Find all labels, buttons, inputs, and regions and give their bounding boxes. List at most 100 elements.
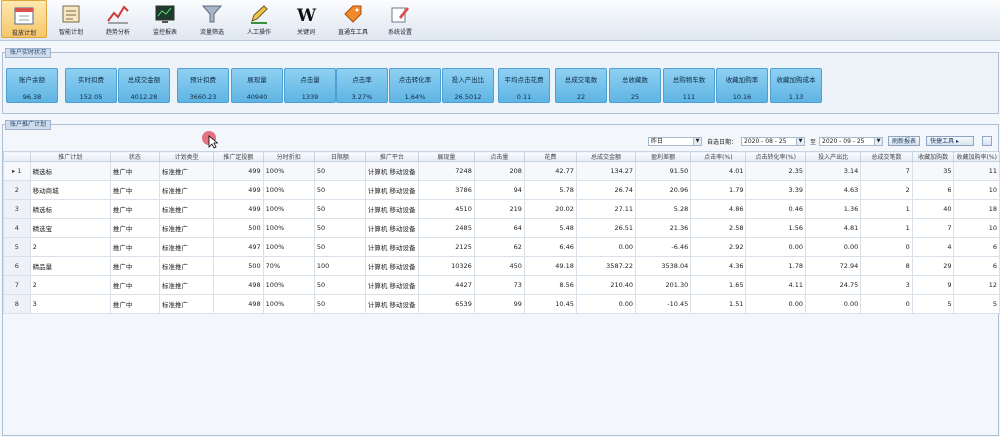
- table-header-row: 推广计划 状态 计划类型 推广定投额 分时折扣 日限额 推广平台 展现量 点击量 花费 总成交金额盈…: [3, 151, 1000, 162]
- date-from-field[interactable]: 2020 - 08 - 25 ▼: [741, 136, 805, 146]
- table-cell: 1.56: [745, 218, 806, 238]
- table-cell: 计算机 移动设备: [364, 256, 419, 276]
- table-row[interactable]: 6 精品量 推广中 标准推广 500 70% 100 计算机 移动设备 10326 450 49.1…: [3, 256, 1000, 276]
- table-cell: 2.35: [745, 161, 806, 181]
- table-cell: 1.36: [804, 199, 862, 219]
- table-cell: 1.78: [745, 256, 806, 276]
- column-header[interactable]: 展现量: [417, 151, 475, 162]
- period-dropdown[interactable]: 昨日 ▼: [648, 136, 702, 146]
- toolbar-button-7[interactable]: 直通车工具: [330, 0, 376, 38]
- toolbar-button-3[interactable]: 监控报表: [142, 0, 188, 38]
- date-label: 自选日期：: [707, 138, 738, 146]
- table-row[interactable]: ▸ 1 精选标 推广中 标准推广 499 100% 50 计算机 移动设备 7248 208 42.…: [3, 161, 1000, 181]
- table-cell: 6: [911, 180, 955, 200]
- table-cell: 推广中: [109, 256, 161, 276]
- column-header[interactable]: 计划类型: [158, 151, 215, 162]
- column-header[interactable]: 推广计划: [29, 151, 111, 162]
- table-cell: 4.01: [690, 161, 747, 181]
- quick-tools-button[interactable]: 快捷工具 ▸: [926, 136, 974, 146]
- table-cell: 498: [213, 294, 264, 314]
- stat-card: 投入产出比 26.5012: [442, 68, 494, 103]
- refresh-report-label: 刷新报表: [888, 136, 921, 146]
- edit-icon: [387, 2, 413, 26]
- table-cell: 4427: [417, 275, 475, 295]
- stat-label: 平均点击花费: [504, 76, 544, 84]
- stat-value: 1.64%: [404, 93, 426, 101]
- column-header[interactable]: 盈利差额: [635, 151, 692, 162]
- date-to-field[interactable]: 2020 - 09 - 25 ▼: [819, 136, 883, 146]
- mouse-pointer-icon: [208, 135, 218, 149]
- toolbar-button-2[interactable]: 趋势分析: [95, 0, 141, 38]
- table-row[interactable]: 8 3 推广中 标准推广 498 100% 50 计算机 移动设备 6539 99 10.45 0.0…: [3, 294, 1000, 314]
- refresh-report-button[interactable]: 刷新报表: [888, 136, 921, 146]
- column-header[interactable]: 收藏加购数: [911, 151, 955, 162]
- table-row[interactable]: 2 移动商城 推广中 标准推广 499 100% 50 计算机 移动设备 3786 94 5.78 2…: [3, 180, 1000, 200]
- column-header[interactable]: 点击率(%): [690, 151, 747, 162]
- table-cell: 5.28: [635, 199, 692, 219]
- stat-card: 总成交金额 4012.28: [118, 68, 170, 103]
- column-header[interactable]: 总成交金额: [575, 151, 637, 162]
- column-header[interactable]: 投入产出比: [804, 151, 862, 162]
- table-cell: 20.96: [635, 180, 692, 200]
- stat-value: 1.13: [788, 93, 804, 101]
- table-cell: 100%: [262, 161, 315, 181]
- table-cell: 500: [213, 256, 264, 276]
- stat-value: 3.27%: [351, 93, 373, 101]
- table-cell: 219: [473, 199, 525, 219]
- table-cell: 推广中: [109, 275, 161, 295]
- calendar-icon: [11, 3, 37, 27]
- table-cell: 100%: [262, 199, 315, 219]
- stat-card: 展现量 40940: [231, 68, 283, 103]
- table-row[interactable]: 7 2 推广中 标准推广 498 100% 50 计算机 移动设备 4427 73 8.56 210.…: [3, 275, 1000, 295]
- row-number: 8: [3, 294, 31, 314]
- table-cell: 11: [953, 161, 1000, 181]
- column-header[interactable]: 点击量: [473, 151, 525, 162]
- table-cell: 6: [953, 237, 1000, 257]
- column-header[interactable]: 花费: [523, 151, 577, 162]
- column-header[interactable]: 日限额: [313, 151, 366, 162]
- column-header[interactable]: 状态: [109, 151, 161, 162]
- table-cell: 标准推广: [158, 218, 215, 238]
- toolbar-button-6[interactable]: W 关键词: [283, 0, 329, 38]
- table-row[interactable]: 4 精选宝 推广中 标准推广 500 100% 50 计算机 移动设备 2485 64 5.48 26…: [3, 218, 1000, 238]
- table-cell: 24.75: [804, 275, 862, 295]
- table-cell: 4.36: [690, 256, 747, 276]
- table-cell: 标准推广: [158, 199, 215, 219]
- stat-card: 总收藏数 25: [609, 68, 661, 103]
- column-header[interactable]: 收藏加购率(%): [953, 151, 1000, 162]
- table-cell: 0.00: [745, 294, 806, 314]
- table-cell: 29: [911, 256, 955, 276]
- table-cell: 推广中: [109, 294, 161, 314]
- table-cell: 0.00: [745, 237, 806, 257]
- stat-label: 收藏加购率: [725, 76, 759, 84]
- table-cell: 100%: [262, 275, 315, 295]
- calendar-dropdown-icon: ▼: [796, 137, 804, 145]
- table-cell: 100%: [262, 180, 315, 200]
- table-cell: 4.86: [690, 199, 747, 219]
- document-icon: [58, 2, 84, 26]
- table-cell: 134.27: [575, 161, 637, 181]
- toolbar-button-5[interactable]: 人工操作: [236, 0, 282, 38]
- column-header[interactable]: 推广定投额: [213, 151, 264, 162]
- row-number: 7: [3, 275, 31, 295]
- table-row[interactable]: 5 2 推广中 标准推广 497 100% 50 计算机 移动设备 2125 62 6.46 0.00…: [3, 237, 1000, 257]
- funnel-icon: [199, 2, 225, 26]
- toolbar-button-8[interactable]: 系统设置: [377, 0, 423, 38]
- toolbar-button-1[interactable]: 智能计划: [48, 0, 94, 38]
- table-row[interactable]: 3 精选标 推广中 标准推广 499 100% 50 计算机 移动设备 4510 219 20.02…: [3, 199, 1000, 219]
- column-header[interactable]: 总成交笔数: [860, 151, 913, 162]
- toolbar-button-4[interactable]: 流量筛选: [189, 0, 235, 38]
- stat-card: 实时扣费 152.05: [65, 68, 117, 103]
- stat-card: 账户余额 96.38: [6, 68, 58, 103]
- table-cell: 4: [911, 237, 955, 257]
- column-header[interactable]: 推广平台: [364, 151, 419, 162]
- column-header[interactable]: 分时折扣: [262, 151, 315, 162]
- table-cell: 2: [29, 275, 111, 295]
- column-header[interactable]: 点击转化率(%): [745, 151, 806, 162]
- table-cell: 5.48: [523, 218, 577, 238]
- period-select[interactable]: 昨日 ▼: [648, 136, 702, 146]
- table-cell: 2: [29, 237, 111, 257]
- table-cell: 3538.04: [635, 256, 692, 276]
- grid-settings-button[interactable]: [982, 136, 992, 146]
- toolbar-button-0[interactable]: 投放计划: [1, 0, 47, 38]
